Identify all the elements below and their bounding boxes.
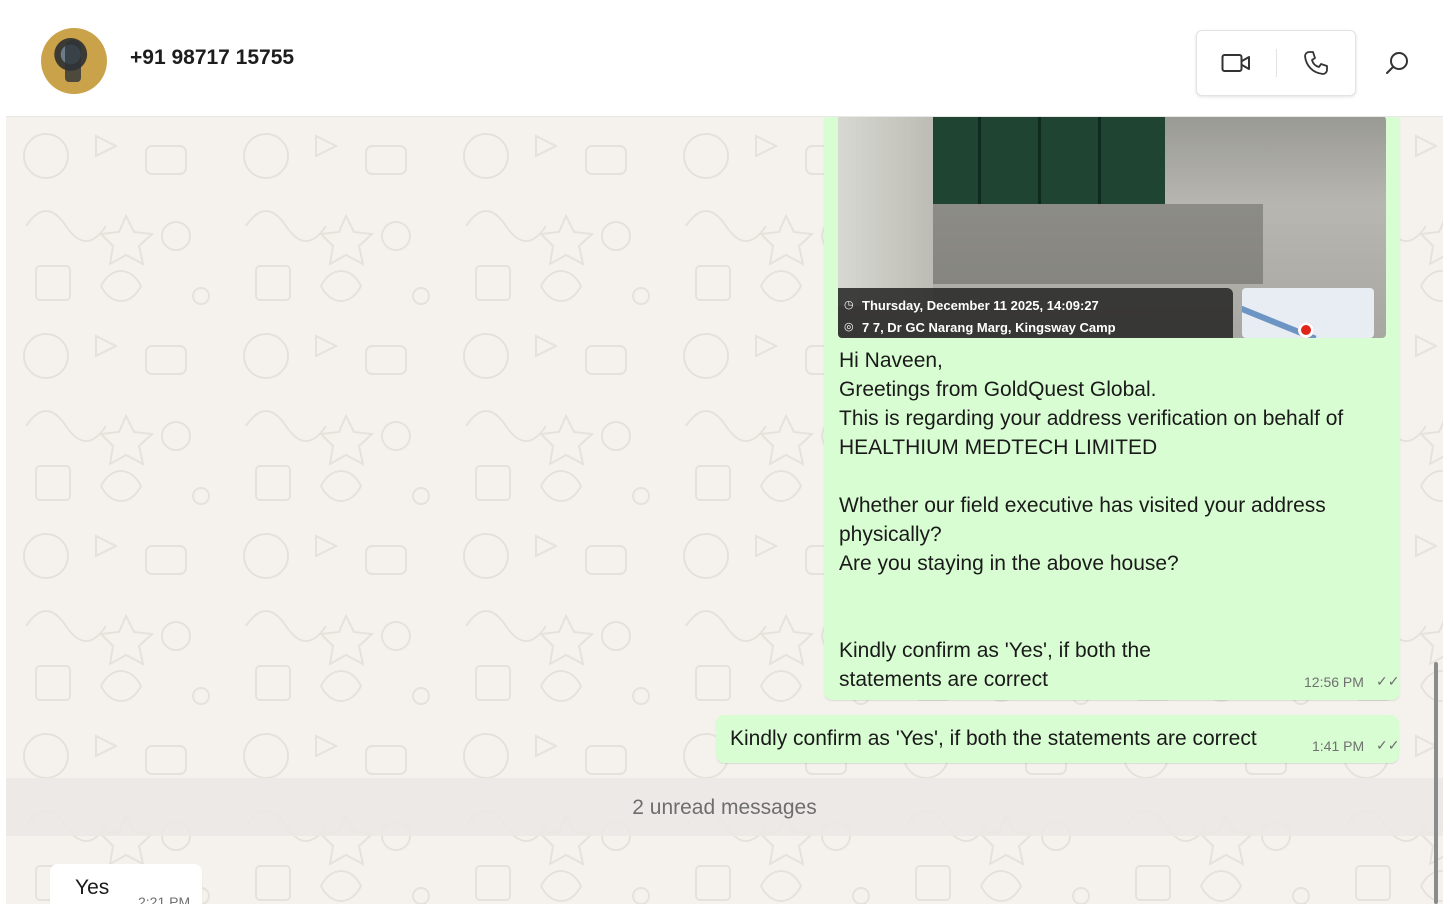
photo-gate-bar — [1038, 116, 1041, 204]
incoming-message-bubble[interactable]: Yes 2:21 PM — [50, 864, 202, 904]
photo-geotag-overlay: ◷ Thursday, December 11 2025, 14:09:27 ◎… — [838, 288, 1233, 338]
search-button[interactable] — [1378, 44, 1416, 82]
outgoing-message-bubble[interactable]: Kindly confirm as 'Yes', if both the sta… — [716, 715, 1399, 763]
chat-scrollbar[interactable] — [1434, 662, 1438, 904]
message-time: 12:56 PM — [1304, 674, 1364, 690]
photo-timestamp: Thursday, December 11 2025, 14:09:27 — [862, 298, 1099, 313]
mini-map-thumbnail — [1242, 288, 1374, 338]
photo-gate-bar — [1098, 116, 1101, 204]
voice-call-icon — [1304, 51, 1328, 75]
video-call-icon — [1221, 54, 1250, 72]
photo-gate — [933, 116, 1165, 204]
clock-icon: ◷ — [844, 299, 854, 311]
message-time: 1:41 PM — [1312, 738, 1365, 754]
video-call-button[interactable] — [1197, 31, 1275, 95]
attached-photo[interactable]: ◷ Thursday, December 11 2025, 14:09:27 ◎… — [838, 116, 1386, 338]
outgoing-message-bubble[interactable]: ◷ Thursday, December 11 2025, 14:09:27 ◎… — [824, 106, 1400, 700]
photo-wall — [838, 116, 933, 306]
message-text: Kindly confirm as 'Yes', if both the sta… — [730, 727, 1257, 750]
photo-gate-bar — [978, 116, 981, 204]
photo-shadow — [933, 204, 1263, 284]
unread-label: 2 unread messages — [632, 796, 817, 819]
message-text: Yes — [75, 876, 110, 899]
chat-header: +91 98717 15755 — [6, 8, 1443, 117]
contact-name[interactable]: +91 98717 15755 — [130, 46, 294, 70]
message-text: Hi Naveen, Greetings from GoldQuest Glob… — [839, 349, 1344, 691]
double-check-icon: ✓✓ — [1376, 737, 1400, 753]
message-time: 2:21 PM — [138, 894, 191, 904]
chat-area[interactable]: ◷ Thursday, December 11 2025, 14:09:27 ◎… — [6, 106, 1443, 904]
search-icon — [1386, 52, 1408, 74]
location-icon: ◎ — [844, 321, 854, 333]
unread-divider: 2 unread messages — [6, 778, 1443, 836]
voice-call-button[interactable] — [1277, 31, 1355, 95]
avatar[interactable] — [41, 28, 107, 94]
double-check-icon: ✓✓ — [1376, 673, 1400, 689]
chat-window: +91 98717 15755 ◷ Thursday, December 11 … — [6, 8, 1443, 904]
photo-address: 7 7, Dr GC Narang Marg, Kingsway Camp — [862, 320, 1116, 335]
call-button-group — [1196, 30, 1356, 96]
map-pin-icon — [1298, 322, 1314, 338]
